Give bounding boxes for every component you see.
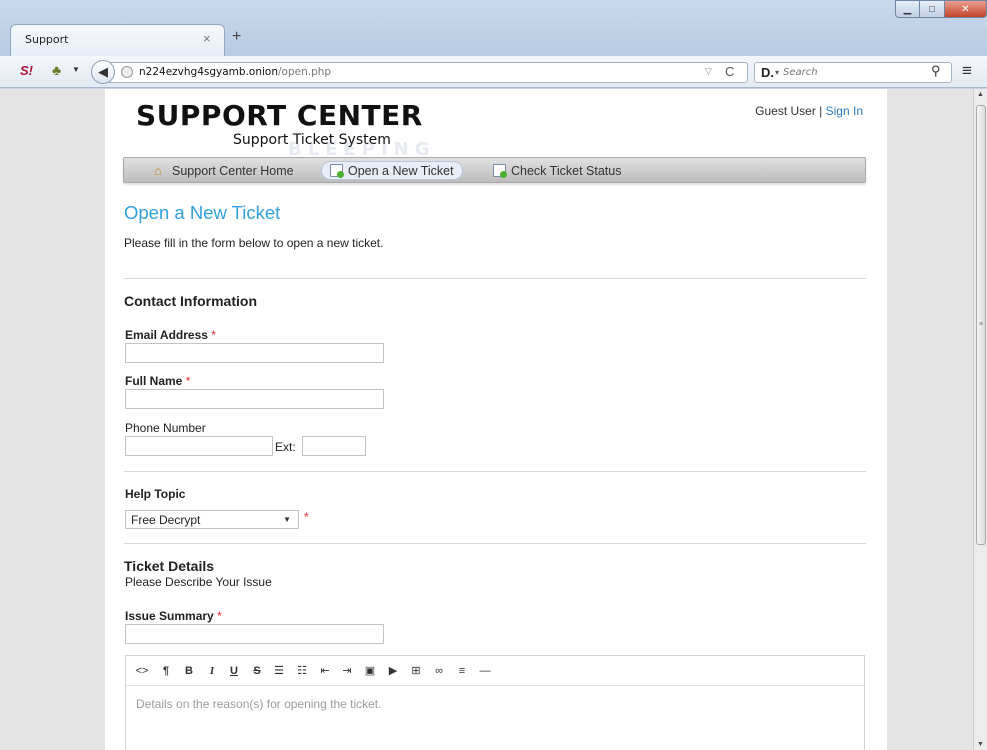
user-bar: Guest User | Sign In: [755, 104, 863, 118]
nav-label: Support Center Home: [172, 163, 294, 178]
extension-dropdown-icon[interactable]: ▼: [72, 65, 80, 74]
details-placeholder: Details on the reason(s) for opening the…: [136, 697, 382, 711]
contact-information-header: Contact Information: [124, 293, 257, 309]
url-history-dropdown-icon[interactable]: ▽: [705, 66, 712, 77]
scroll-down-icon[interactable]: ▼: [974, 741, 987, 748]
table-icon[interactable]: ⊞: [406, 662, 426, 680]
indent-icon[interactable]: ⇥: [337, 662, 357, 680]
search-icon[interactable]: ⚲: [931, 63, 941, 79]
minimize-button[interactable]: ▁: [895, 0, 920, 18]
email-field[interactable]: [125, 343, 384, 363]
ticket-details-subtitle: Please Describe Your Issue: [125, 575, 272, 589]
link-icon[interactable]: ∞: [429, 662, 449, 680]
issue-summary-label: Issue Summary *: [125, 609, 222, 623]
extension-field[interactable]: [302, 436, 366, 456]
ticket-status-icon: [493, 164, 507, 178]
html-icon[interactable]: <>: [132, 662, 152, 680]
url-bar[interactable]: n224ezvhg4sgyamb.onion/open.php ▽ C: [108, 62, 748, 83]
maximize-button[interactable]: □: [920, 0, 945, 18]
image-icon[interactable]: ▣: [360, 662, 380, 680]
site-logo-title[interactable]: SUPPORT CENTER: [136, 99, 423, 132]
main-nav: ⌂ Support Center Home Open a New Ticket …: [123, 157, 866, 183]
sign-in-link[interactable]: Sign In: [826, 104, 863, 118]
back-button[interactable]: ◀: [91, 60, 115, 84]
url-text: n224ezvhg4sgyamb.onion/open.php: [139, 66, 332, 78]
required-marker: *: [304, 510, 309, 524]
tab-title: Support: [25, 33, 69, 46]
horizontal-rule-icon[interactable]: —: [475, 662, 495, 680]
nav-open-new-ticket[interactable]: Open a New Ticket: [321, 161, 463, 180]
guest-user-label: Guest User: [755, 104, 816, 118]
close-window-button[interactable]: ✕: [945, 0, 987, 18]
divider: [124, 471, 866, 472]
divider: [124, 543, 866, 544]
window-titlebar: Support × + ▁ □ ✕: [0, 0, 987, 56]
divider: [124, 278, 866, 279]
full-name-label: Full Name *: [125, 374, 191, 388]
search-input[interactable]: [783, 63, 923, 82]
page-viewport: SUPPORT CENTER Support Ticket System BLE…: [0, 89, 973, 750]
ticket-details-editor[interactable]: <> ¶ B I U S ☰ ☷ ⇤ ⇥ ▣ ▶ ⊞ ∞ ≡ — Details…: [125, 655, 865, 750]
noscript-icon[interactable]: S!: [20, 63, 33, 78]
unordered-list-icon[interactable]: ☰: [269, 662, 289, 680]
full-name-field[interactable]: [125, 389, 384, 409]
nav-label: Check Ticket Status: [511, 163, 622, 178]
grip-icon: ≡: [979, 321, 984, 328]
nav-support-center-home[interactable]: ⌂ Support Center Home: [146, 161, 302, 180]
new-tab-button[interactable]: +: [232, 28, 241, 46]
paragraph-icon[interactable]: ¶: [156, 662, 176, 680]
search-engine-dropdown-icon[interactable]: ▾: [775, 68, 779, 77]
user-bar-separator: |: [819, 104, 823, 118]
phone-number-field[interactable]: [125, 436, 273, 456]
italic-icon[interactable]: I: [202, 662, 222, 680]
required-marker: *: [211, 328, 216, 342]
strikethrough-icon[interactable]: S: [247, 662, 267, 680]
page-intro: Please fill in the form below to open a …: [124, 236, 384, 250]
ext-label: Ext:: [275, 440, 296, 454]
ordered-list-icon[interactable]: ☷: [292, 662, 312, 680]
email-label: Email Address *: [125, 328, 216, 342]
hamburger-menu-icon[interactable]: ≡: [962, 61, 972, 81]
search-bar[interactable]: D. ▾ ⚲: [754, 62, 952, 83]
page-title: Open a New Ticket: [124, 202, 281, 223]
vertical-scrollbar[interactable]: ▲ ≡ ▼: [973, 89, 987, 750]
extension-icon[interactable]: ♣: [52, 62, 61, 78]
bold-icon[interactable]: B: [179, 662, 199, 680]
window-controls: ▁ □ ✕: [895, 0, 987, 20]
help-topic-select[interactable]: Free Decrypt ▼: [125, 510, 299, 529]
globe-icon: [121, 66, 133, 78]
scrollbar-thumb[interactable]: ≡: [976, 105, 986, 545]
back-arrow-icon: ◀: [98, 64, 108, 79]
editor-toolbar: <> ¶ B I U S ☰ ☷ ⇤ ⇥ ▣ ▶ ⊞ ∞ ≡ —: [126, 656, 864, 686]
browser-toolbar: S! ♣ ▼ ◀ n224ezvhg4sgyamb.onion/open.php…: [0, 56, 987, 88]
home-icon: ⌂: [154, 163, 162, 178]
search-engine-icon[interactable]: D.: [761, 65, 774, 80]
ticket-details-header: Ticket Details: [124, 558, 215, 574]
browser-tab[interactable]: Support ×: [10, 24, 225, 56]
tab-close-icon[interactable]: ×: [203, 31, 211, 46]
phone-number-label: Phone Number: [125, 421, 206, 435]
issue-summary-field[interactable]: [125, 624, 384, 644]
outdent-icon[interactable]: ⇤: [315, 662, 335, 680]
required-marker: *: [217, 609, 222, 623]
chevron-down-icon: ▼: [283, 515, 291, 524]
nav-label: Open a New Ticket: [348, 163, 454, 178]
new-ticket-icon: [330, 164, 344, 178]
align-icon[interactable]: ≡: [452, 662, 472, 680]
required-marker: *: [185, 374, 191, 388]
video-icon[interactable]: ▶: [383, 662, 403, 680]
reload-icon[interactable]: C: [725, 64, 734, 79]
help-topic-value: Free Decrypt: [131, 513, 201, 527]
help-topic-label: Help Topic: [125, 487, 186, 501]
nav-check-ticket-status[interactable]: Check Ticket Status: [485, 161, 629, 180]
underline-icon[interactable]: U: [224, 662, 244, 680]
scroll-up-icon[interactable]: ▲: [974, 91, 987, 98]
page-container: SUPPORT CENTER Support Ticket System BLE…: [105, 89, 887, 750]
